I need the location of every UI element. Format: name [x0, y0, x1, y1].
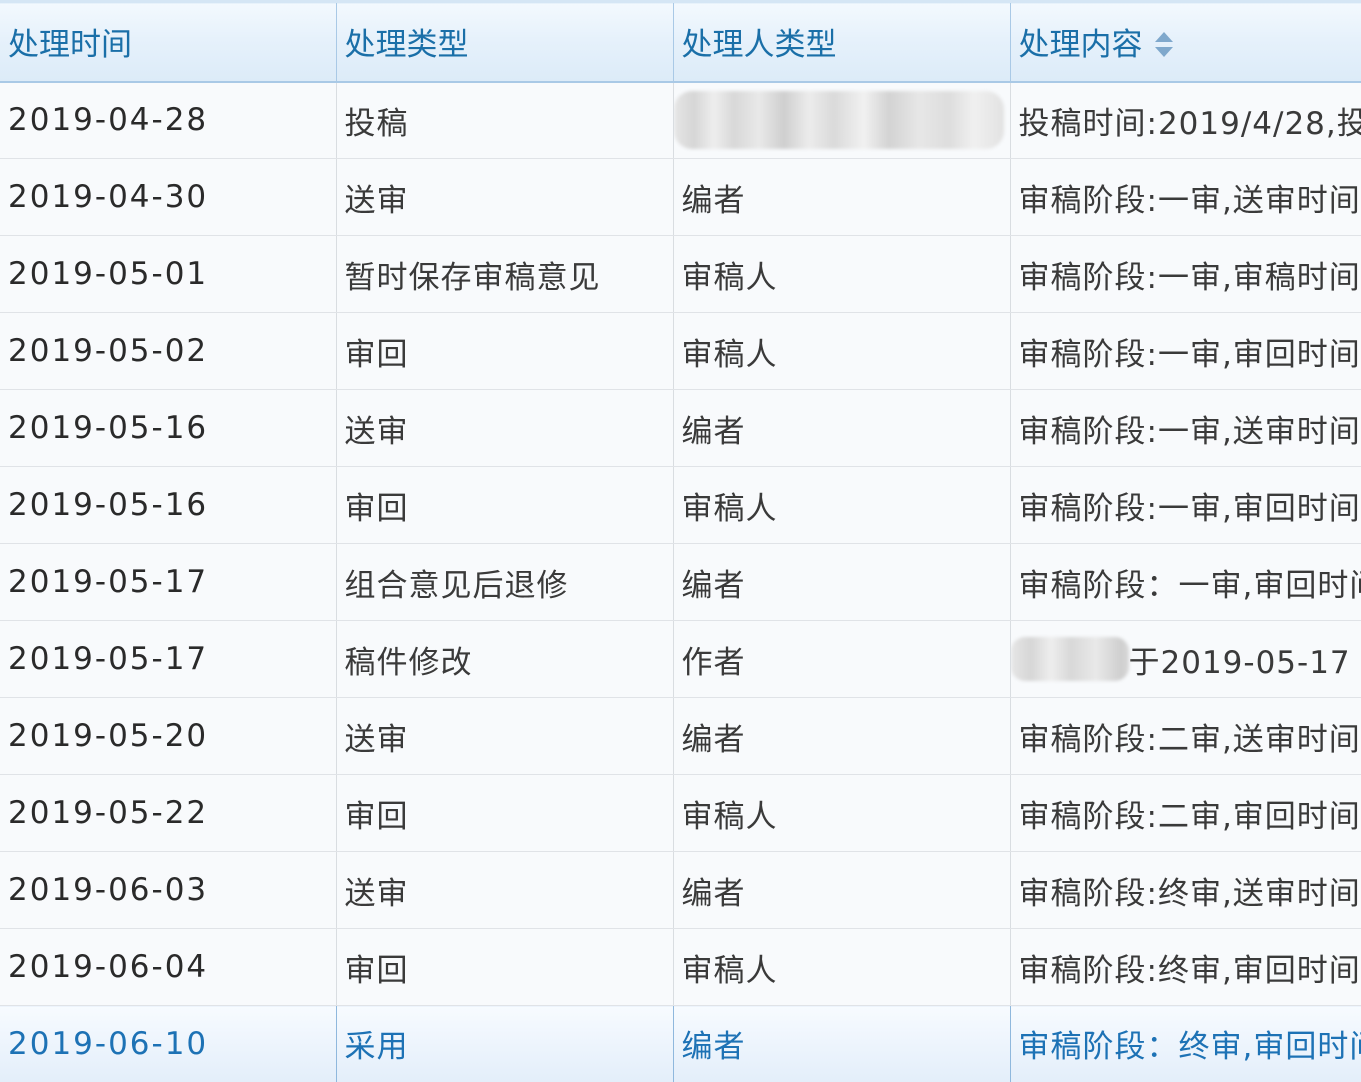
cell-time: 2019-05-22 [0, 774, 337, 852]
table-row[interactable]: 2019-05-17 组合意见后退修 编者 审稿阶段：一审,审回时间 [0, 543, 1361, 621]
cell-time: 2019-05-16 [0, 389, 337, 467]
cell-time: 2019-06-04 [0, 928, 337, 1006]
cell-handler-type: 审稿人 [673, 235, 1011, 313]
cell-type: 审回 [336, 928, 674, 1006]
cell-content: 于2019-05-17 [1010, 620, 1361, 698]
cell-content: 审稿阶段：一审,审回时间 [1010, 543, 1361, 621]
cell-content: 审稿阶段:二审,审回时间 [1010, 774, 1361, 852]
table-row-selected[interactable]: 2019-06-10 采用 编者 审稿阶段：终审,审回时间 [0, 1005, 1361, 1082]
cell-content: 审稿阶段:一审,审回时间 [1010, 312, 1361, 390]
cell-handler-type: 审稿人 [673, 928, 1011, 1006]
column-header-handler-type-label: 处理人类型 [681, 27, 837, 64]
table-body: 2019-04-28 投稿 投稿时间:2019/4/28,投 2019-04-3… [0, 81, 1361, 1082]
table-row[interactable]: 2019-05-20 送审 编者 审稿阶段:二审,送审时间 [0, 697, 1361, 775]
column-header-content[interactable]: 处理内容 [1010, 0, 1361, 83]
cell-type: 采用 [336, 1005, 674, 1082]
cell-type: 送审 [336, 851, 674, 929]
table-row[interactable]: 2019-06-04 审回 审稿人 审稿阶段:终审,审回时间 [0, 928, 1361, 1006]
cell-time: 2019-05-17 [0, 543, 337, 621]
cell-type: 组合意见后退修 [336, 543, 674, 621]
cell-content: 审稿阶段:一审,审稿时间 [1010, 235, 1361, 313]
cell-content: 审稿阶段：终审,审回时间 [1010, 1005, 1361, 1082]
cell-handler-type: 编者 [673, 543, 1011, 621]
cell-handler-type: 审稿人 [673, 312, 1011, 390]
table-row[interactable]: 2019-04-28 投稿 投稿时间:2019/4/28,投 [0, 81, 1361, 159]
column-header-type[interactable]: 处理类型 [336, 0, 674, 83]
column-header-content-label: 处理内容 [1018, 27, 1143, 64]
column-header-time[interactable]: 处理时间 [0, 0, 337, 83]
cell-handler-type: 作者 [673, 620, 1011, 698]
cell-handler-type: 编者 [673, 389, 1011, 467]
cell-type: 送审 [336, 389, 674, 467]
table-row[interactable]: 2019-06-03 送审 编者 审稿阶段:终审,送审时间 [0, 851, 1361, 929]
redacted-handler-name [673, 91, 1004, 150]
cell-time: 2019-04-30 [0, 158, 337, 236]
cell-type: 暂时保存审稿意见 [336, 235, 674, 313]
redacted-author-name [1010, 637, 1129, 681]
cell-handler-type: 审稿人 [673, 466, 1011, 544]
cell-content: 审稿阶段:终审,审回时间 [1010, 928, 1361, 1006]
header-row: 处理时间 处理类型 处理人类型 处理内容 [0, 0, 1361, 83]
cell-type: 审回 [336, 466, 674, 544]
cell-type: 审回 [336, 774, 674, 852]
processing-history-table: 处理时间 处理类型 处理人类型 处理内容 2019-04-28 投稿 投稿时间:… [0, 0, 1361, 1082]
table-row[interactable]: 2019-05-16 送审 编者 审稿阶段:一审,送审时间 [0, 389, 1361, 467]
table-row[interactable]: 2019-04-30 送审 编者 审稿阶段:一审,送审时间 [0, 158, 1361, 236]
cell-handler-type: 编者 [673, 697, 1011, 775]
cell-handler-type [673, 81, 1011, 159]
cell-content: 审稿阶段:二审,送审时间 [1010, 697, 1361, 775]
table-row[interactable]: 2019-05-22 审回 审稿人 审稿阶段:二审,审回时间 [0, 774, 1361, 852]
column-header-type-label: 处理类型 [344, 27, 469, 64]
cell-time: 2019-06-10 [0, 1005, 337, 1082]
cell-handler-type: 编者 [673, 158, 1011, 236]
cell-time: 2019-05-20 [0, 697, 337, 775]
table-row[interactable]: 2019-05-16 审回 审稿人 审稿阶段:一审,审回时间 [0, 466, 1361, 544]
cell-type: 送审 [336, 697, 674, 775]
cell-type: 送审 [336, 158, 674, 236]
cell-handler-type: 审稿人 [673, 774, 1011, 852]
cell-type: 投稿 [336, 81, 674, 159]
cell-type: 审回 [336, 312, 674, 390]
column-header-handler-type[interactable]: 处理人类型 [673, 0, 1011, 83]
cell-content-text: 于2019-05-17 [1128, 644, 1351, 681]
column-header-time-label: 处理时间 [8, 27, 132, 64]
table-row[interactable]: 2019-05-01 暂时保存审稿意见 审稿人 审稿阶段:一审,审稿时间 [0, 235, 1361, 313]
cell-handler-type: 编者 [673, 851, 1011, 929]
cell-content: 投稿时间:2019/4/28,投 [1010, 81, 1361, 159]
cell-content: 审稿阶段:一审,送审时间 [1010, 389, 1361, 467]
cell-time: 2019-05-01 [0, 235, 337, 313]
sort-both-icon[interactable] [1153, 30, 1175, 60]
cell-time: 2019-05-16 [0, 466, 337, 544]
cell-time: 2019-05-17 [0, 620, 337, 698]
table-header: 处理时间 处理类型 处理人类型 处理内容 [0, 0, 1361, 83]
processing-history-grid: 处理时间 处理类型 处理人类型 处理内容 2019-04-28 投稿 投稿时间:… [0, 0, 1361, 1082]
cell-time: 2019-04-28 [0, 81, 337, 159]
table-row[interactable]: 2019-05-17 稿件修改 作者 于2019-05-17 [0, 620, 1361, 698]
cell-content: 审稿阶段:一审,审回时间 [1010, 466, 1361, 544]
cell-content: 审稿阶段:终审,送审时间 [1010, 851, 1361, 929]
cell-type: 稿件修改 [336, 620, 674, 698]
cell-time: 2019-05-02 [0, 312, 337, 390]
cell-handler-type: 编者 [673, 1005, 1011, 1082]
cell-content: 审稿阶段:一审,送审时间 [1010, 158, 1361, 236]
cell-time: 2019-06-03 [0, 851, 337, 929]
table-row[interactable]: 2019-05-02 审回 审稿人 审稿阶段:一审,审回时间 [0, 312, 1361, 390]
